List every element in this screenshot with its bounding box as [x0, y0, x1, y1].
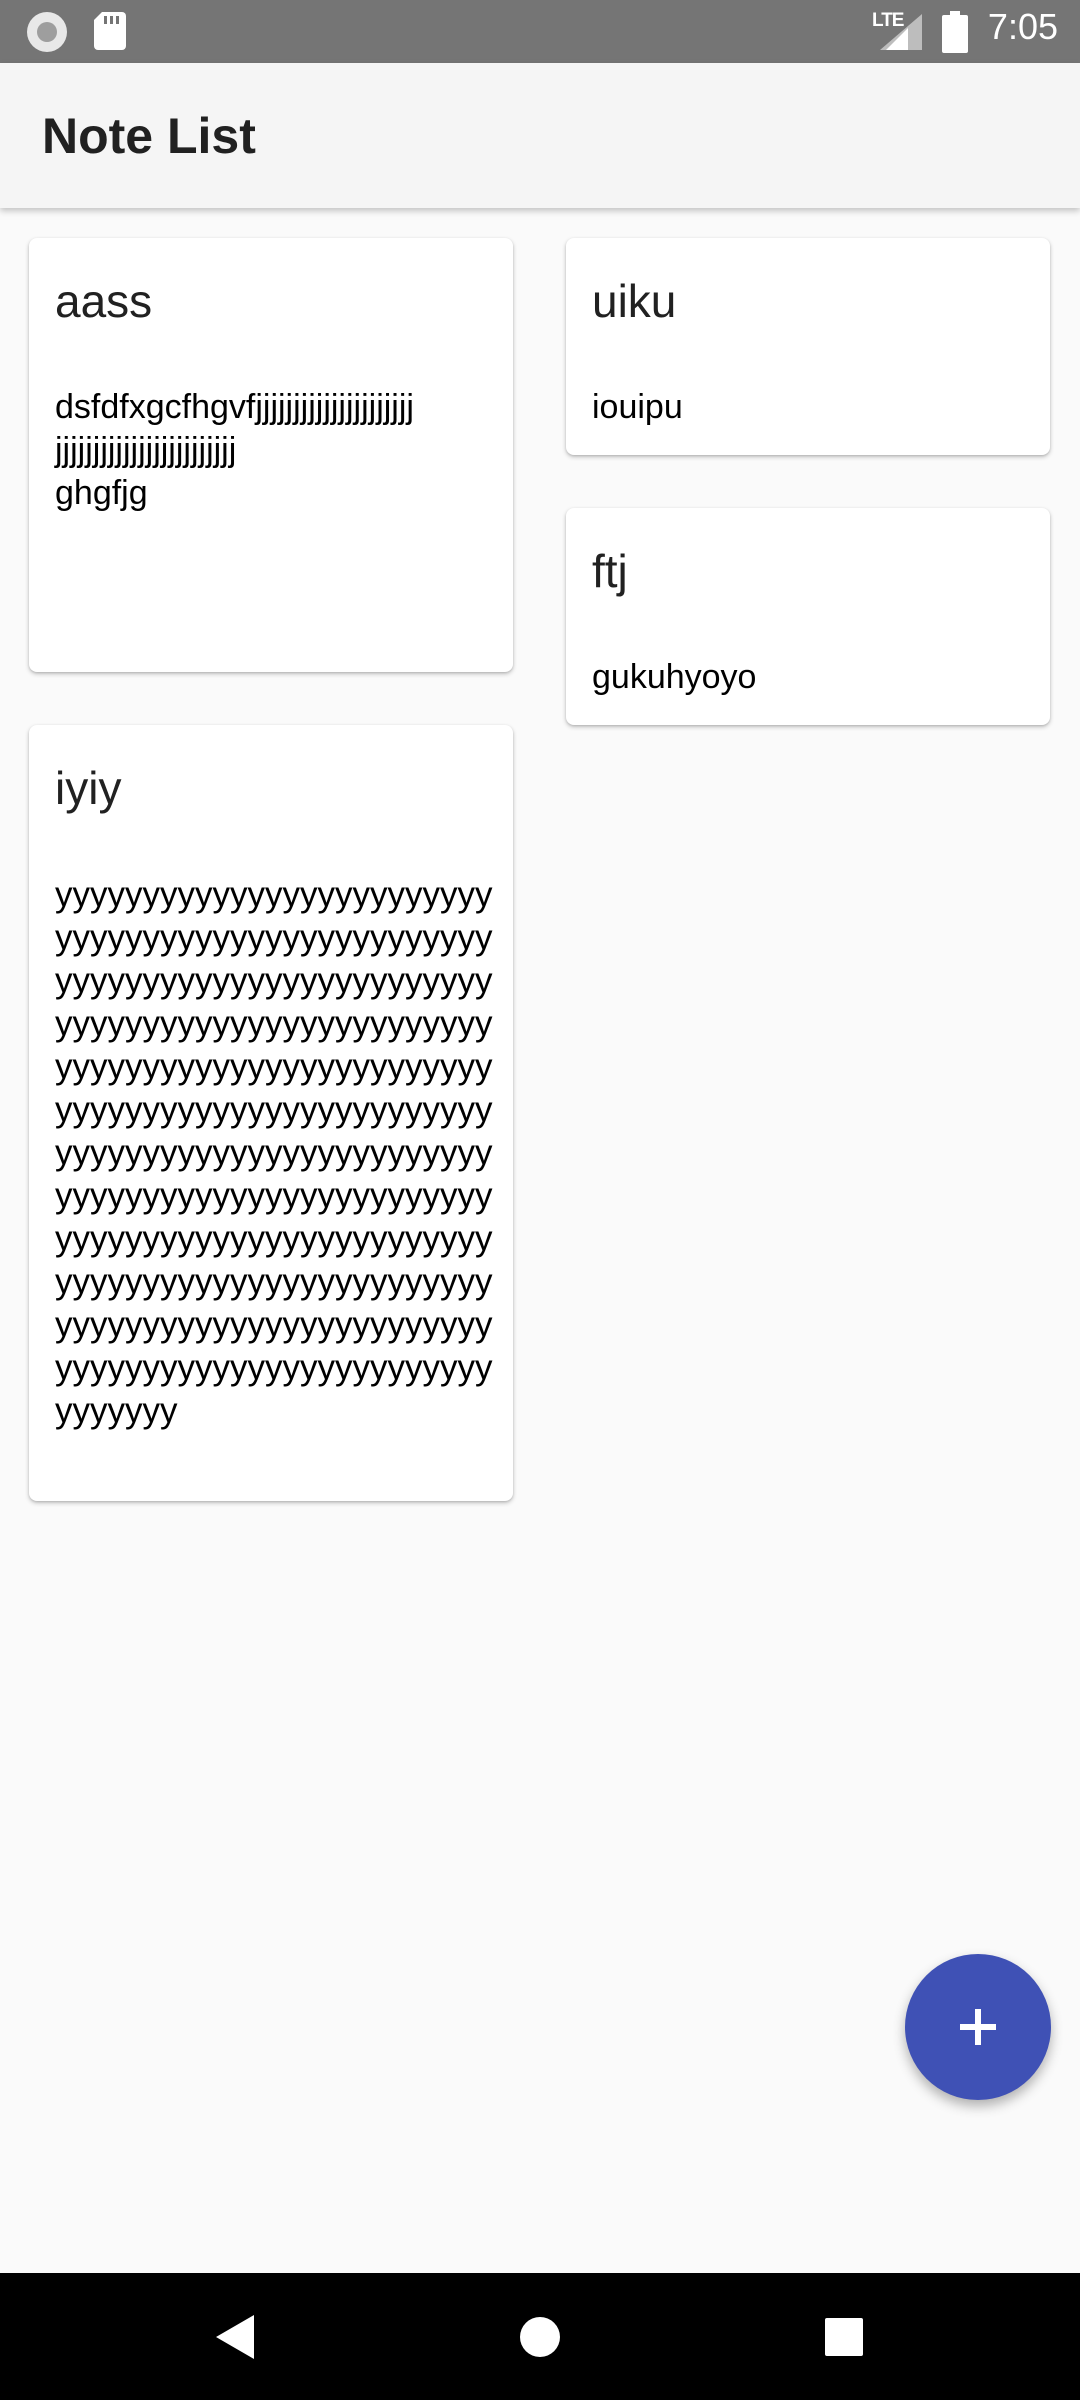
- status-time: 7:05: [987, 6, 1058, 47]
- note-body: dsfdfxgcfhgvfjjjjjjjjjjjjjjjjjjjjj jjjjj…: [55, 388, 414, 512]
- back-icon: [216, 2314, 254, 2359]
- recents-button[interactable]: [794, 2273, 894, 2400]
- signal-icon: [880, 14, 922, 50]
- note-card[interactable]: uiku iouipu: [566, 238, 1050, 455]
- note-title: ftj: [592, 545, 628, 597]
- screen: LTE 7:05 Note List aass dsfdfxgcfhgvfjjj…: [0, 0, 1080, 2400]
- home-icon: [520, 2316, 560, 2357]
- note-title: aass: [55, 275, 153, 327]
- home-button[interactable]: [490, 2273, 590, 2400]
- note-title: iyiy: [55, 762, 122, 814]
- note-body: yyyyyyyyyyyyyyyyyyyyyyyyyyyyyyyyyyyyyyyy…: [55, 875, 493, 1430]
- record-icon: [27, 12, 67, 52]
- sd-card-icon: [94, 12, 126, 50]
- app-bar: Note List: [0, 63, 1080, 208]
- status-bar: LTE 7:05: [0, 0, 1080, 63]
- note-card[interactable]: iyiy yyyyyyyyyyyyyyyyyyyyyyyyyyyyyyyyyyy…: [29, 725, 513, 1501]
- page-title: Note List: [42, 108, 256, 164]
- navigation-bar: [0, 2273, 1080, 2400]
- note-body: gukuhyoyo: [592, 658, 757, 696]
- back-button[interactable]: [186, 2273, 286, 2400]
- plus-icon: [960, 2009, 996, 2045]
- note-card[interactable]: ftj gukuhyoyo: [566, 508, 1050, 725]
- note-card[interactable]: aass dsfdfxgcfhgvfjjjjjjjjjjjjjjjjjjjjj …: [29, 238, 513, 672]
- add-note-button[interactable]: [905, 1954, 1051, 2100]
- battery-icon: [942, 11, 968, 53]
- recents-icon: [825, 2317, 863, 2356]
- note-title: uiku: [592, 275, 677, 327]
- note-body: iouipu: [592, 388, 683, 426]
